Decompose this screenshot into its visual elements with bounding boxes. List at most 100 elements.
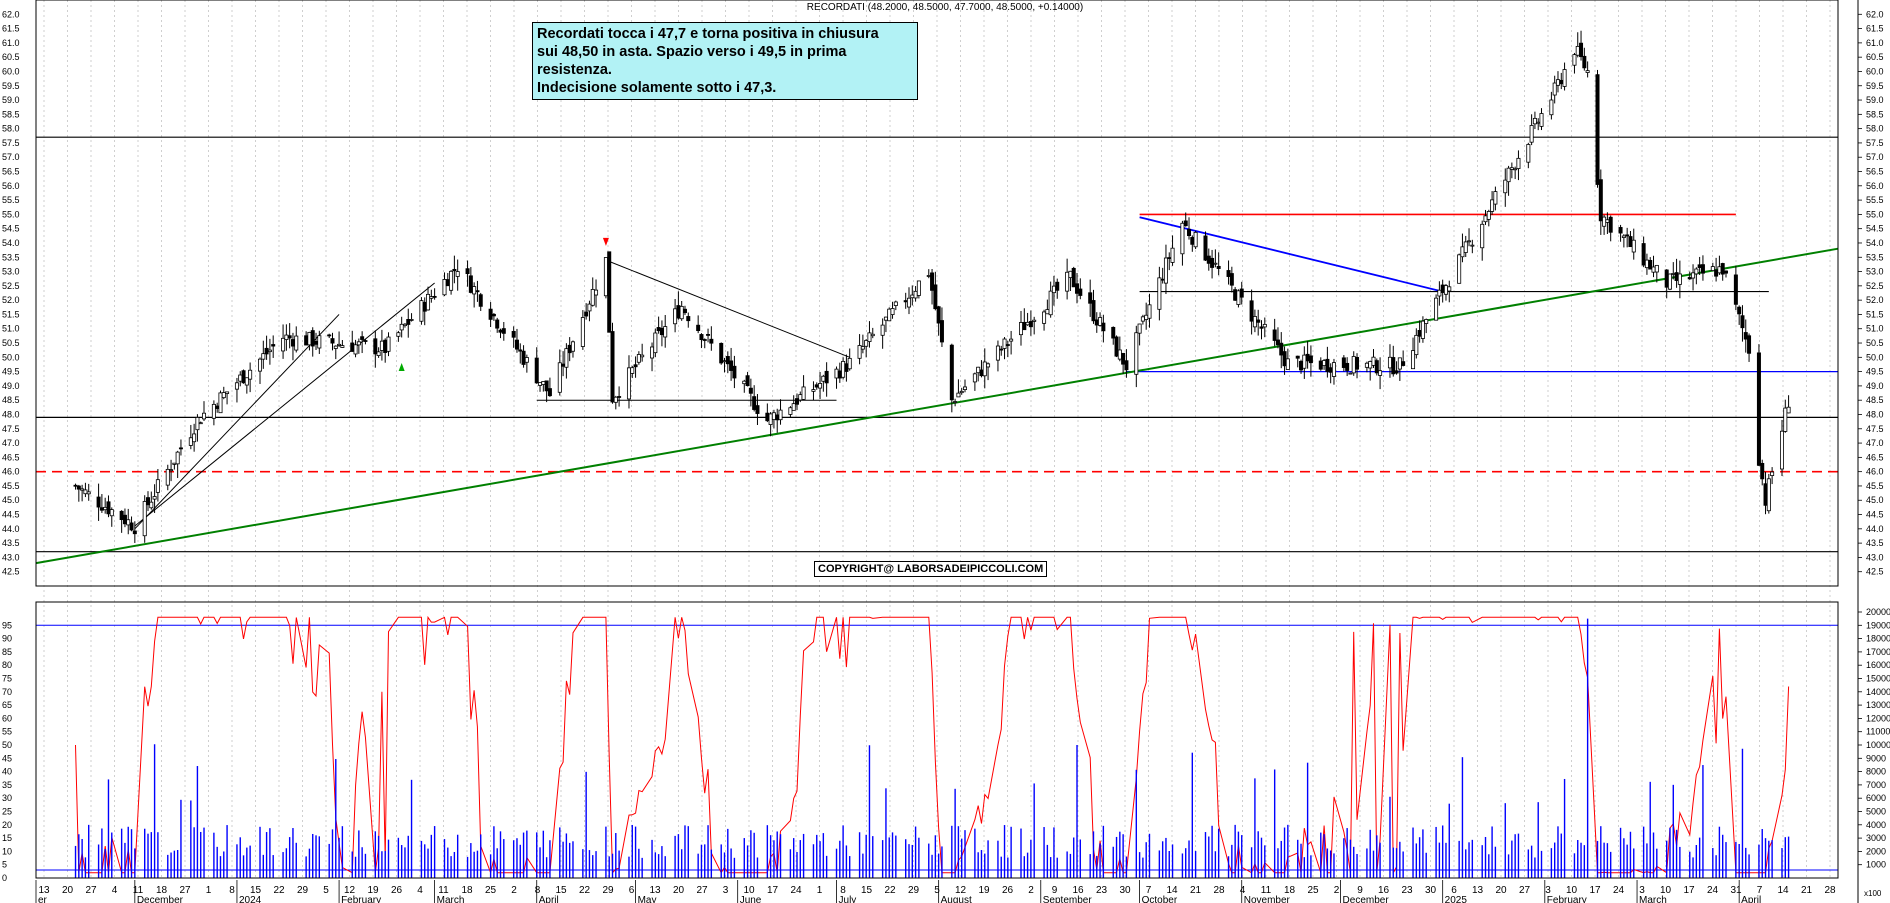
x-month-label: April	[1741, 895, 1761, 903]
vol-tick-label: 18000	[1866, 634, 1890, 644]
x-month-label: June	[740, 895, 762, 903]
price-candle	[1190, 237, 1195, 245]
price-candle	[1443, 285, 1448, 295]
price-candle	[939, 320, 944, 343]
price-candle	[814, 384, 819, 388]
price-candle	[1328, 367, 1333, 373]
price-candle	[1117, 349, 1122, 360]
x-month-label: October	[1142, 895, 1178, 903]
price-candle	[864, 340, 869, 347]
price-candle	[1437, 289, 1442, 297]
price-candle	[953, 401, 958, 403]
vol-tick-label: 16000	[1866, 660, 1890, 670]
price-candle	[748, 387, 753, 394]
price-candle	[906, 297, 911, 308]
price-candle	[755, 405, 760, 414]
price-candle	[702, 339, 707, 341]
price-candle	[584, 311, 589, 317]
y-tick-label-left: 51.5	[2, 309, 20, 319]
y-tick-label: 50.5	[1866, 338, 1884, 348]
price-candle	[679, 305, 684, 320]
price-candle	[626, 367, 631, 400]
price-candle	[686, 316, 691, 322]
price-candle	[1111, 326, 1116, 339]
price-candle	[511, 331, 516, 338]
y-tick-label-left: 48.0	[2, 409, 20, 419]
price-candle	[155, 479, 160, 493]
price-candle	[1252, 316, 1257, 328]
price-candle	[1355, 357, 1360, 370]
price-candle	[238, 374, 243, 382]
y-tick-label-left: 58.0	[2, 124, 20, 134]
signal-arrow	[398, 363, 405, 372]
price-candle	[1364, 362, 1369, 368]
price-candle	[995, 345, 1000, 361]
price-candle	[261, 353, 266, 360]
price-candle	[1555, 79, 1560, 86]
y-tick-label-left: 57.5	[2, 138, 20, 148]
y-tick-label-left: 42.5	[2, 567, 20, 577]
price-candle	[1368, 361, 1373, 369]
price-candle	[663, 326, 668, 338]
x-tick-label: 4	[417, 885, 423, 896]
price-candle	[353, 344, 358, 355]
y-tick-label: 61.0	[1866, 38, 1884, 48]
price-candle	[1216, 265, 1221, 269]
price-candle	[73, 484, 78, 487]
price-candle	[1608, 216, 1613, 233]
price-candle	[570, 341, 575, 352]
price-candle	[80, 488, 85, 491]
price-candle	[682, 308, 687, 314]
price-candle	[1272, 329, 1277, 341]
price-candle	[132, 530, 137, 535]
price-candle	[109, 509, 114, 517]
price-candle	[903, 300, 908, 303]
y-tick-label-left: 52.0	[2, 295, 20, 305]
x-tick-label: 23	[1096, 885, 1108, 896]
price-candle	[99, 507, 104, 511]
y-tick-label: 45.5	[1866, 481, 1884, 491]
price-candle	[1378, 370, 1383, 376]
price-candle	[979, 369, 984, 377]
price-candle	[867, 332, 872, 342]
x-month-label: March	[1639, 895, 1667, 903]
price-candle	[636, 354, 641, 363]
price-candle	[1249, 300, 1254, 322]
price-candle	[1602, 216, 1607, 227]
price-candle	[152, 496, 157, 500]
y-tick-label: 42.5	[1866, 567, 1884, 577]
price-candle	[399, 323, 404, 331]
price-candle	[1170, 247, 1175, 263]
price-candle	[1183, 220, 1188, 227]
price-candle	[659, 327, 664, 336]
price-candle	[893, 301, 898, 306]
price-candle	[472, 286, 477, 295]
vol-tick-label: 7000	[1866, 780, 1886, 790]
price-candle	[1737, 306, 1742, 315]
price-candle	[1503, 179, 1508, 194]
x-tick-label: 29	[297, 885, 309, 896]
x-tick-label: 5	[934, 885, 940, 896]
y-tick-label-left: 45.0	[2, 495, 20, 505]
x-month-label: er	[38, 895, 48, 903]
x-month-label: November	[1244, 895, 1291, 903]
x-tick-label: 22	[579, 885, 591, 896]
price-candle	[1559, 79, 1564, 85]
osc-tick-label: 65	[2, 700, 12, 710]
price-candle	[1516, 157, 1521, 169]
osc-tick-label: 0	[2, 873, 7, 883]
y-tick-label: 57.5	[1866, 138, 1884, 148]
osc-tick-label: 20	[2, 820, 12, 830]
price-candle	[429, 296, 434, 299]
price-candle	[603, 257, 608, 297]
price-candle	[1651, 266, 1656, 273]
x-tick-label: 29	[908, 885, 920, 896]
price-candle	[287, 335, 292, 339]
trendline	[134, 282, 435, 527]
price-candle	[1391, 357, 1396, 375]
price-candle	[350, 342, 355, 352]
price-candle	[1187, 228, 1192, 237]
price-candle	[290, 339, 295, 347]
x-month-label: 2024	[239, 895, 262, 903]
price-candle	[406, 319, 411, 325]
